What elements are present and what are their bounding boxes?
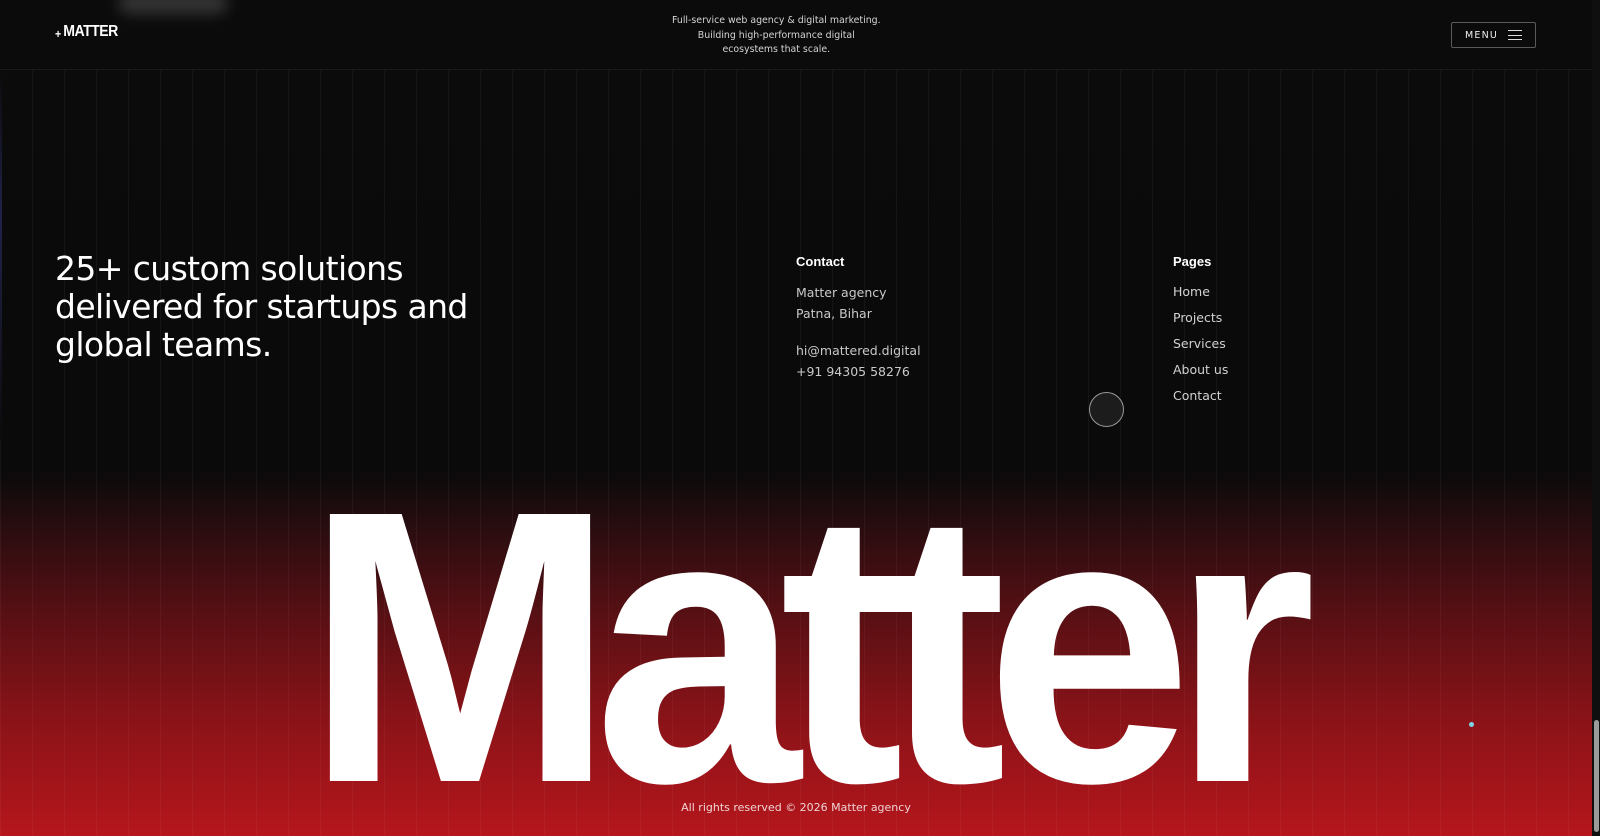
logo-link[interactable]: + MATTER xyxy=(55,23,118,41)
menu-label: MENU xyxy=(1464,29,1499,41)
site-header: + MATTER Full-service web agency & digit… xyxy=(0,0,1600,70)
nav-link-contact[interactable]: Contact xyxy=(1173,386,1228,412)
wordmark-svg: Matter xyxy=(305,455,1333,815)
accent-dot xyxy=(1469,722,1474,727)
wordmark-container: Matter xyxy=(0,455,1600,815)
tagline-line: Building high-performance digital xyxy=(697,29,855,41)
contact-address: Matter agency Patna, Bihar xyxy=(796,282,887,324)
phone-link[interactable]: +91 94305 58276 xyxy=(796,361,921,382)
nav-link-projects[interactable]: Projects xyxy=(1173,308,1228,334)
blurred-decoration xyxy=(118,0,228,14)
agency-name: Matter agency xyxy=(796,285,887,300)
scrollbar-thumb[interactable] xyxy=(1594,720,1599,832)
hamburger-icon xyxy=(1508,30,1523,40)
logo-plus-icon: + xyxy=(55,26,61,41)
menu-button[interactable]: MENU xyxy=(1451,22,1536,48)
pages-nav: Home Projects Services About us Contact xyxy=(1173,282,1228,412)
tagline-line: ecosystems that scale. xyxy=(722,44,831,55)
tagline-line: Full-service web agency & digital market… xyxy=(672,15,881,26)
email-link[interactable]: hi@mattered.digital xyxy=(796,340,921,361)
nav-link-home[interactable]: Home xyxy=(1173,282,1228,308)
nav-link-about[interactable]: About us xyxy=(1173,360,1228,386)
footer-copyright: All rights reserved © 2026 Matter agency xyxy=(681,801,911,814)
logo-text: MATTER xyxy=(63,23,118,40)
contact-reach: hi@mattered.digital +91 94305 58276 xyxy=(796,340,921,382)
custom-cursor xyxy=(1089,392,1124,427)
header-tagline: Full-service web agency & digital market… xyxy=(672,14,881,58)
agency-location: Patna, Bihar xyxy=(796,306,872,321)
contact-heading: Contact xyxy=(796,254,845,269)
scrollbar[interactable] xyxy=(1592,0,1600,836)
hero-headline: 25+ custom solutions delivered for start… xyxy=(55,249,468,364)
nav-link-services[interactable]: Services xyxy=(1173,334,1228,360)
edge-glow xyxy=(0,70,2,440)
giant-wordmark: Matter xyxy=(305,455,1311,815)
pages-heading: Pages xyxy=(1173,254,1212,269)
